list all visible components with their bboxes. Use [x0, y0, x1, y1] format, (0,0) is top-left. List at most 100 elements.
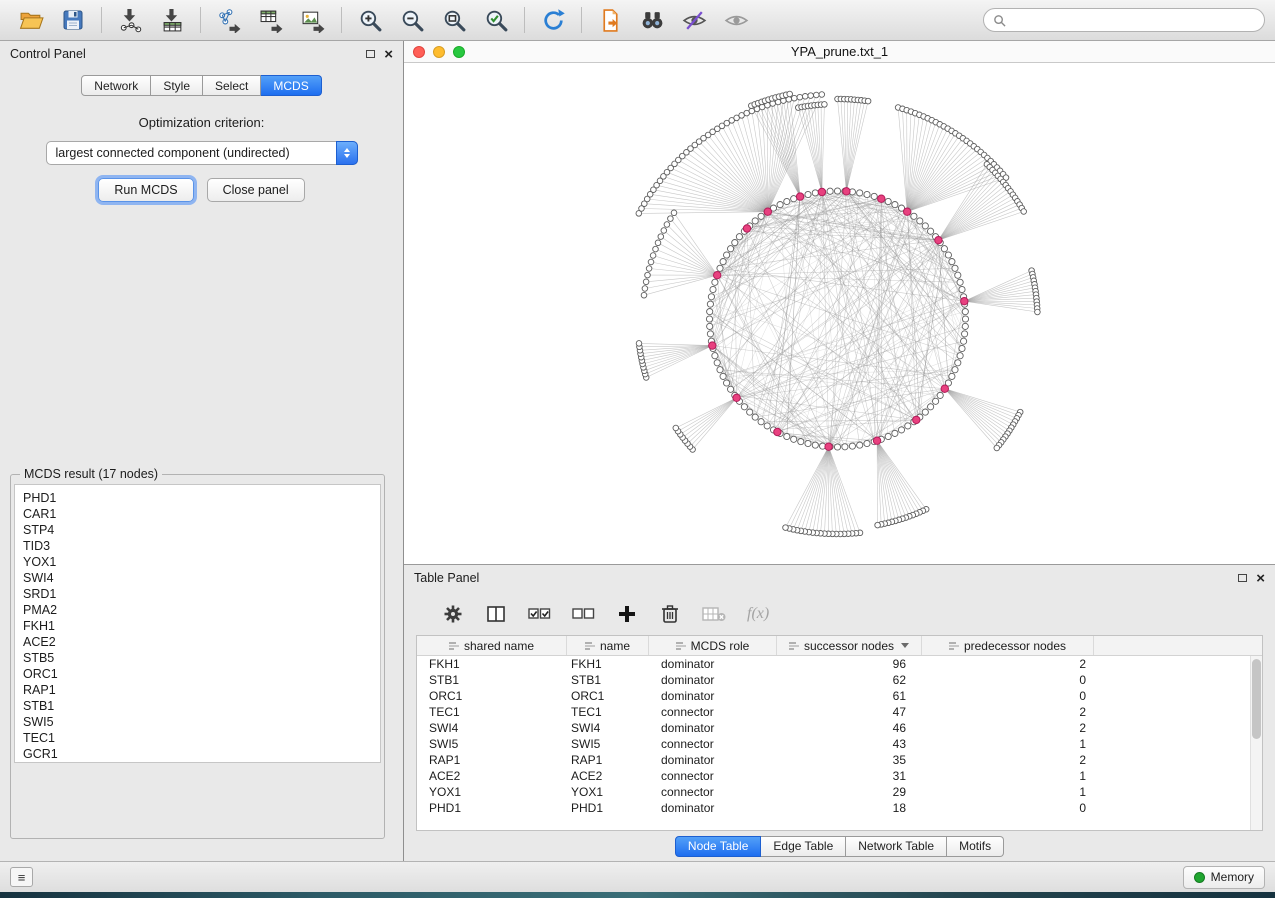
- network-node[interactable]: [708, 294, 714, 300]
- network-node[interactable]: [928, 404, 934, 410]
- mcds-node-item[interactable]: PMA2: [23, 602, 380, 618]
- network-node[interactable]: [952, 265, 958, 271]
- mcds-node-item[interactable]: TEC1: [23, 730, 380, 746]
- tab-network[interactable]: Network: [81, 75, 151, 96]
- binoculars-button[interactable]: [631, 3, 673, 37]
- network-node[interactable]: [904, 208, 911, 215]
- document-share-button[interactable]: [589, 3, 631, 37]
- table-row[interactable]: YOX1YOX1connector291: [417, 784, 1262, 800]
- refresh-button[interactable]: [532, 3, 574, 37]
- tab-node-table[interactable]: Node Table: [675, 836, 762, 857]
- tab-network-table[interactable]: Network Table: [846, 836, 947, 857]
- network-node[interactable]: [661, 228, 667, 234]
- network-node[interactable]: [941, 246, 947, 252]
- network-node[interactable]: [707, 323, 713, 329]
- column-header-successor-nodes[interactable]: successor nodes: [777, 636, 922, 655]
- network-node[interactable]: [937, 392, 943, 398]
- network-node[interactable]: [774, 428, 781, 435]
- network-node[interactable]: [825, 443, 832, 450]
- network-node[interactable]: [724, 252, 730, 258]
- network-node[interactable]: [777, 202, 783, 208]
- network-node[interactable]: [717, 265, 723, 271]
- export-table-button[interactable]: [250, 3, 292, 37]
- scrollbar-thumb[interactable]: [1252, 659, 1261, 739]
- mcds-node-item[interactable]: SRD1: [23, 586, 380, 602]
- column-header-mcds-role[interactable]: MCDS role: [649, 636, 777, 655]
- network-node[interactable]: [724, 380, 730, 386]
- network-node[interactable]: [905, 423, 911, 429]
- network-node[interactable]: [922, 223, 928, 229]
- network-node[interactable]: [796, 193, 803, 200]
- add-column-button[interactable]: [616, 601, 638, 627]
- export-network-button[interactable]: [208, 3, 250, 37]
- table-row[interactable]: RAP1RAP1dominator352: [417, 752, 1262, 768]
- mcds-node-item[interactable]: ACE2: [23, 634, 380, 650]
- network-node[interactable]: [814, 92, 820, 98]
- table-row[interactable]: TEC1TEC1connector472: [417, 704, 1262, 720]
- network-node[interactable]: [728, 386, 734, 392]
- network-node[interactable]: [720, 259, 726, 265]
- tab-edge-table[interactable]: Edge Table: [761, 836, 846, 857]
- network-node[interactable]: [865, 98, 871, 104]
- save-button[interactable]: [52, 3, 94, 37]
- network-node[interactable]: [875, 522, 881, 528]
- network-node[interactable]: [917, 218, 923, 224]
- search-box[interactable]: [983, 8, 1265, 32]
- network-node[interactable]: [808, 93, 814, 99]
- network-node[interactable]: [952, 367, 958, 373]
- network-node[interactable]: [784, 433, 790, 439]
- network-node[interactable]: [834, 188, 840, 194]
- show-all-button[interactable]: [715, 3, 757, 37]
- network-node[interactable]: [764, 208, 771, 215]
- network-node[interactable]: [805, 191, 811, 197]
- network-node[interactable]: [707, 331, 713, 337]
- network-node[interactable]: [961, 298, 968, 305]
- network-node[interactable]: [959, 345, 965, 351]
- network-node[interactable]: [812, 442, 818, 448]
- mcds-node-item[interactable]: TID3: [23, 538, 380, 554]
- tab-motifs[interactable]: Motifs: [947, 836, 1004, 857]
- mcds-node-item[interactable]: SWI5: [23, 714, 380, 730]
- show-columns-button[interactable]: [485, 601, 507, 627]
- network-node[interactable]: [962, 316, 968, 322]
- network-node[interactable]: [941, 385, 948, 392]
- network-node[interactable]: [720, 373, 726, 379]
- mcds-node-item[interactable]: RAP1: [23, 682, 380, 698]
- delete-table-button[interactable]: [702, 601, 726, 627]
- close-panel-button[interactable]: Close panel: [207, 178, 305, 202]
- zoom-fit-button[interactable]: [433, 3, 475, 37]
- network-node[interactable]: [792, 95, 798, 101]
- network-node[interactable]: [668, 216, 674, 222]
- network-node[interactable]: [643, 279, 649, 285]
- network-node[interactable]: [733, 394, 740, 401]
- network-node[interactable]: [913, 416, 920, 423]
- network-node[interactable]: [728, 246, 734, 252]
- network-node[interactable]: [885, 433, 891, 439]
- network-node[interactable]: [1035, 309, 1041, 315]
- network-node[interactable]: [878, 195, 885, 202]
- criterion-select[interactable]: largest connected component (undirected): [46, 141, 358, 165]
- network-node[interactable]: [994, 445, 1000, 451]
- mcds-node-item[interactable]: GCR1: [23, 746, 380, 762]
- network-node[interactable]: [871, 193, 877, 199]
- network-node[interactable]: [962, 323, 968, 329]
- network-node[interactable]: [843, 188, 850, 195]
- network-node[interactable]: [758, 213, 764, 219]
- network-node[interactable]: [673, 425, 679, 431]
- network-node[interactable]: [818, 188, 825, 195]
- network-node[interactable]: [949, 373, 955, 379]
- network-node[interactable]: [783, 525, 789, 531]
- network-node[interactable]: [791, 196, 797, 202]
- hide-selected-button[interactable]: [673, 3, 715, 37]
- network-node[interactable]: [752, 218, 758, 224]
- network-node[interactable]: [707, 309, 713, 315]
- network-node[interactable]: [962, 309, 968, 315]
- network-node[interactable]: [957, 279, 963, 285]
- zoom-selected-button[interactable]: [475, 3, 517, 37]
- network-node[interactable]: [642, 286, 648, 292]
- column-header-shared-name[interactable]: shared name: [417, 636, 567, 655]
- network-node[interactable]: [961, 338, 967, 344]
- network-node[interactable]: [962, 331, 968, 337]
- network-node[interactable]: [928, 228, 934, 234]
- network-node[interactable]: [945, 252, 951, 258]
